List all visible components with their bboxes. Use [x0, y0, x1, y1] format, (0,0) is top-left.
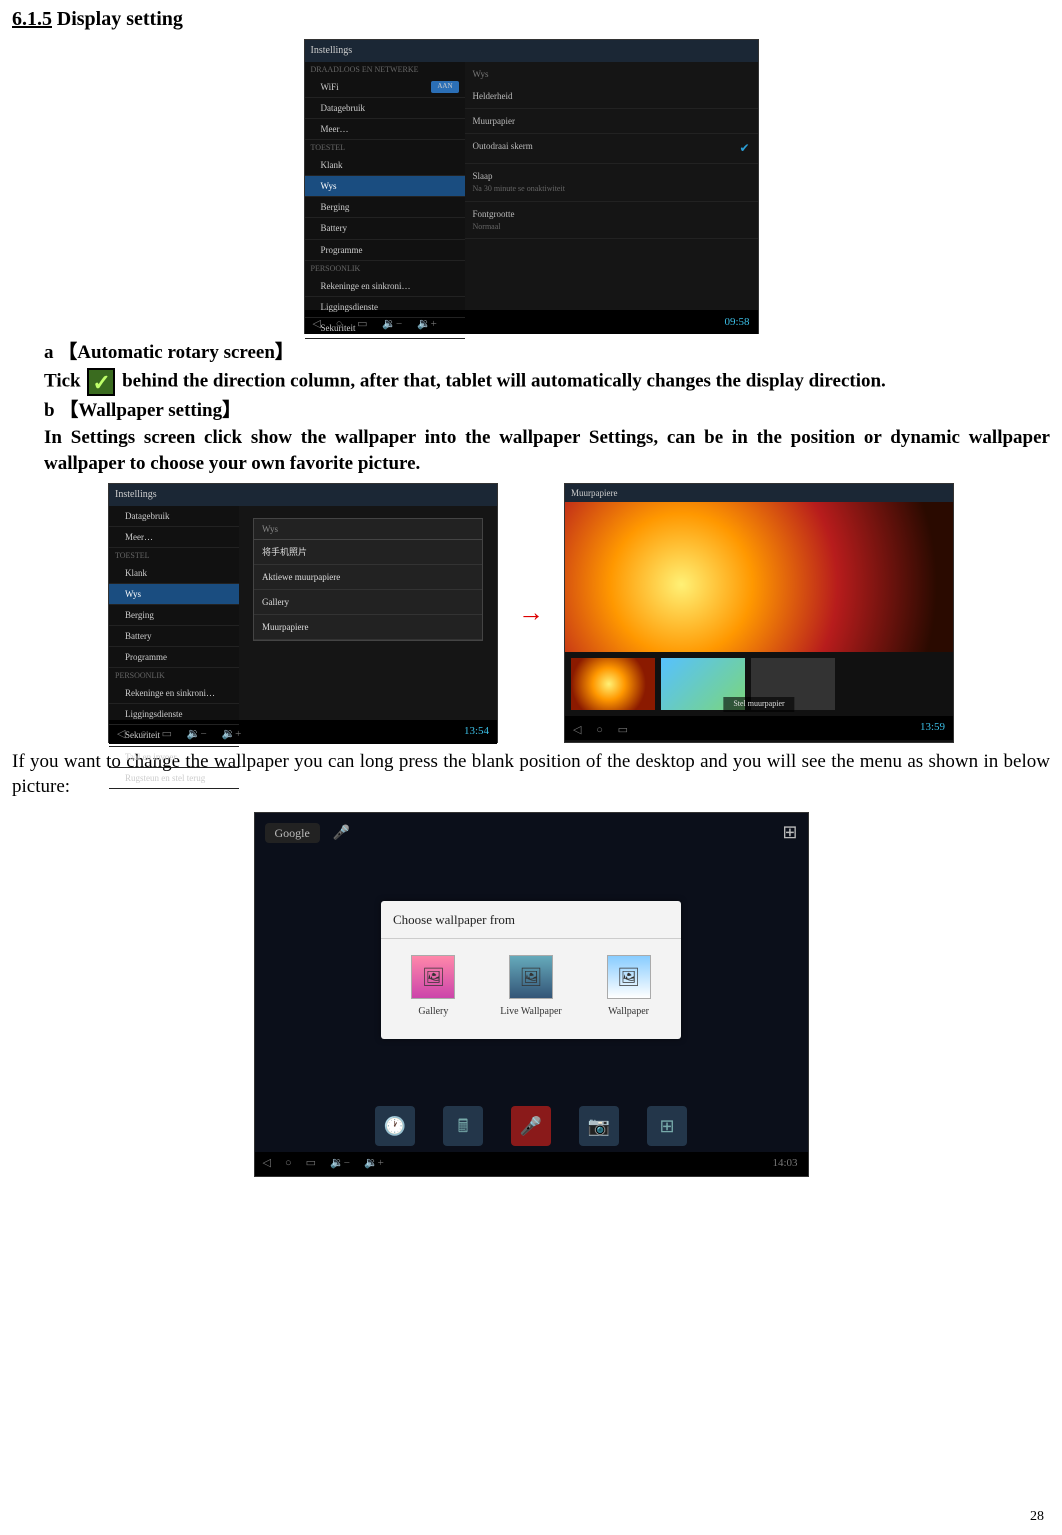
mic-icon[interactable]: 🎤 [333, 826, 350, 841]
check-icon: ✔ [739, 140, 749, 156]
back-icon[interactable]: ◁ [573, 724, 581, 736]
search-bar[interactable]: Google [265, 823, 320, 843]
home-icon[interactable]: ○ [596, 724, 603, 736]
popup-heading: Wys [254, 519, 482, 540]
sidebar-item-accounts[interactable]: Rekeninge en sinkroni… [305, 276, 465, 297]
vol-down-icon[interactable]: 🔉− [382, 318, 402, 330]
wallpaper-source-popup: Wys 将手机照片 Aktiewe muurpapiere Gallery Mu… [253, 518, 483, 642]
row-brightness[interactable]: Helderheid [465, 84, 758, 109]
sidebar-category: DRAADLOOS EN NETWERKE [305, 62, 465, 77]
live-wallpaper-icon: 🖼 [509, 955, 553, 999]
gallery-icon: 🖼 [411, 955, 455, 999]
dock-calc-icon[interactable]: 🖩 [443, 1106, 483, 1146]
row-fontsize[interactable]: FontgrootteNormaal [465, 202, 758, 240]
sidebar-item-sound[interactable]: Klank [109, 563, 239, 584]
status-clock: 14:03 [772, 1156, 797, 1171]
sidebar-item-data[interactable]: Datagebruik [109, 506, 239, 527]
vol-down-icon[interactable]: 🔉− [330, 1156, 350, 1171]
app-title: Muurpapiere [571, 488, 617, 498]
sidebar-item-battery[interactable]: Battery [109, 626, 239, 647]
app-title: Instellings [115, 489, 157, 500]
section-heading: 6.1.5 Display setting [12, 6, 1050, 33]
choose-wallpaper-dialog: Choose wallpaper from 🖼Gallery 🖼Live Wal… [381, 901, 681, 1039]
row-autorotate[interactable]: Outodraai skerm✔ [465, 134, 758, 163]
dialog-option-wallpaper[interactable]: 🖼Wallpaper [607, 955, 651, 1019]
recent-icon[interactable]: ▭ [306, 1156, 316, 1171]
sidebar-item-battery[interactable]: Battery [305, 218, 465, 239]
wallpaper-thumb[interactable] [571, 658, 655, 710]
dialog-option-gallery[interactable]: 🖼Gallery [411, 955, 455, 1019]
sidebar-item-apps[interactable]: Programme [109, 647, 239, 668]
back-icon[interactable]: ◁ [117, 728, 125, 740]
sidebar-item-backup[interactable]: Rugsteun en stel terug [109, 768, 239, 789]
screenshot-longpress-menu: Google 🎤 ⊞ Choose wallpaper from 🖼Galler… [254, 812, 809, 1177]
status-clock: 09:58 [724, 315, 749, 330]
recent-icon[interactable]: ▭ [357, 318, 367, 330]
dock-clock-icon[interactable]: 🕐 [375, 1106, 415, 1146]
app-title: Instellings [311, 45, 353, 56]
sidebar-category: TOESTEL [305, 140, 465, 155]
dock: 🕐 🖩 🎤 📷 ⊞ [255, 1106, 808, 1146]
dialog-title: Choose wallpaper from [381, 901, 681, 940]
vol-down-icon[interactable]: 🔉− [187, 728, 207, 740]
system-nav-bar: ◁ ○ ▭ 13:59 [565, 716, 953, 740]
dock-apps-icon[interactable]: ⊞ [647, 1106, 687, 1146]
apps-grid-icon[interactable]: ⊞ [782, 820, 797, 844]
sidebar-item-apps[interactable]: Programme [305, 240, 465, 261]
tick-instruction: Tick behind the direction column, after … [12, 368, 1050, 396]
sidebar-category: PERSOONLIK [305, 261, 465, 276]
status-clock: 13:54 [464, 724, 489, 739]
sidebar-item-sound[interactable]: Klank [305, 155, 465, 176]
sidebar-item-storage[interactable]: Berging [305, 197, 465, 218]
sidebar-item-more[interactable]: Meer… [305, 119, 465, 140]
screenshot-wallpaper-picker: Muurpapiere Stel muurpapier ◁ ○ ▭ 13:59 [564, 483, 954, 743]
recent-icon[interactable]: ▭ [618, 724, 628, 736]
sidebar-item-lang[interactable]: Taal en invoer [109, 747, 239, 768]
sidebar-item-storage[interactable]: Berging [109, 605, 239, 626]
dialog-option-live[interactable]: 🖼Live Wallpaper [500, 955, 561, 1019]
sidebar-item-more[interactable]: Meer… [109, 527, 239, 548]
sidebar-item-data[interactable]: Datagebruik [305, 98, 465, 119]
back-icon[interactable]: ◁ [263, 1156, 271, 1171]
home-icon[interactable]: ○ [140, 728, 147, 740]
recent-icon[interactable]: ▭ [162, 728, 172, 740]
row-wallpaper[interactable]: Muurpapier [465, 109, 758, 134]
vol-up-icon[interactable]: 🔉+ [417, 318, 437, 330]
wallpaper-icon: 🖼 [607, 955, 651, 999]
system-nav-bar: ◁ ○ ▭ 🔉− 🔉+ 09:58 [305, 310, 758, 334]
home-icon[interactable]: ○ [285, 1156, 292, 1171]
home-icon[interactable]: ○ [336, 318, 343, 330]
sidebar-item-display[interactable]: Wys [109, 584, 239, 605]
back-icon[interactable]: ◁ [313, 318, 321, 330]
sidebar-item-wifi[interactable]: WiFiAAN [305, 77, 465, 98]
panel-heading: Wys [465, 66, 758, 84]
screenshot-wallpaper-source: Instellings Datagebruik Meer… TOESTEL Kl… [108, 483, 498, 743]
popup-option-wallpapers[interactable]: Muurpapiere [254, 615, 482, 640]
dock-camera-icon[interactable]: 📷 [579, 1106, 619, 1146]
popup-option[interactable]: 将手机照片 [254, 540, 482, 565]
popup-option-gallery[interactable]: Gallery [254, 590, 482, 615]
status-clock: 13:59 [920, 720, 945, 735]
wifi-toggle[interactable]: AAN [431, 81, 458, 92]
page-number: 28 [1030, 1508, 1044, 1527]
subsection-a: a 【Automatic rotary screen】 [12, 340, 1050, 366]
section-title-text: Display setting [57, 8, 183, 30]
checkbox-icon [87, 368, 115, 396]
sidebar-item-accounts[interactable]: Rekeninge en sinkroni… [109, 683, 239, 704]
system-nav-bar: ◁ ○ ▭ 🔉− 🔉+ 14:03 [255, 1152, 808, 1176]
arrow-icon: → [518, 595, 544, 630]
popup-option-live[interactable]: Aktiewe muurpapiere [254, 565, 482, 590]
system-nav-bar: ◁ ○ ▭ 🔉− 🔉+ 13:54 [109, 720, 497, 744]
sidebar-item-display[interactable]: Wys [305, 176, 465, 197]
b-description: In Settings screen click show the wallpa… [12, 425, 1050, 476]
section-number: 6.1.5 [12, 8, 52, 30]
wallpaper-preview[interactable] [565, 502, 953, 652]
vol-up-icon[interactable]: 🔉+ [221, 728, 241, 740]
vol-up-icon[interactable]: 🔉+ [364, 1156, 384, 1171]
screenshot-display-settings: Instellings DRAADLOOS EN NETWERKE WiFiAA… [304, 39, 759, 334]
subsection-b: b 【Wallpaper setting】 [12, 398, 1050, 424]
row-sleep[interactable]: SlaapNa 30 minute se onaktiwiteit [465, 164, 758, 202]
dock-voice-icon[interactable]: 🎤 [511, 1106, 551, 1146]
set-wallpaper-button[interactable]: Stel muurpapier [723, 697, 794, 712]
